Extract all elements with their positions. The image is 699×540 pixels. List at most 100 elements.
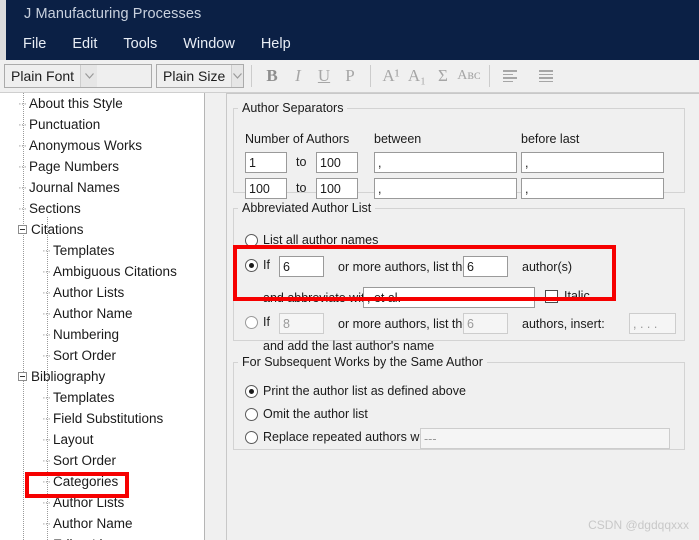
bold-button[interactable]: B bbox=[259, 63, 285, 89]
menu-bar: File Edit Tools Window Help bbox=[6, 28, 699, 60]
subscript-button[interactable]: A₁ bbox=[404, 63, 430, 89]
tree-item-about-this-style[interactable]: ··· About this Style bbox=[0, 93, 204, 114]
tree-item-field-substitutions[interactable]: ··· Field Substitutions bbox=[0, 408, 204, 429]
font-dropdown-value: Plain Font bbox=[11, 68, 75, 84]
insert-ellipsis-threshold-input[interactable] bbox=[279, 313, 324, 334]
plain-button[interactable]: P bbox=[337, 63, 363, 89]
number-of-authors-header: Number of Authors bbox=[245, 132, 350, 146]
between-separator-input-1[interactable] bbox=[374, 152, 517, 173]
tree-item-punctuation[interactable]: ··· Punctuation bbox=[0, 114, 204, 135]
omit-author-list-radio-row[interactable]: Omit the author list bbox=[245, 407, 368, 421]
menu-item-window[interactable]: Window bbox=[180, 34, 238, 54]
authors-from-input-1[interactable] bbox=[245, 152, 287, 173]
tree-item-layout[interactable]: ··· Layout bbox=[0, 429, 204, 450]
panel-splitter[interactable] bbox=[206, 93, 226, 540]
print-author-list-radio-row[interactable]: Print the author list as defined above bbox=[245, 384, 466, 398]
style-settings-tree[interactable]: ··· About this Style ··· Punctuation ··· Anon… bbox=[0, 93, 205, 540]
author-separators-legend: Author Separators bbox=[242, 101, 344, 115]
tree-item-citations[interactable]: Citations bbox=[0, 219, 204, 240]
tree-item-ambiguous-citations[interactable]: ··· Ambiguous Citations bbox=[0, 261, 204, 282]
tree-item-numbering[interactable]: ··· Numbering bbox=[0, 324, 204, 345]
tree-item-author-name[interactable]: ··· Author Name bbox=[0, 303, 204, 324]
tree-item-bibliography[interactable]: Bibliography bbox=[0, 366, 204, 387]
toolbar-divider bbox=[370, 65, 371, 87]
tree-branch-icon: ··· bbox=[42, 328, 51, 341]
abbreviate-if-suffix-label: author(s) bbox=[522, 260, 573, 274]
tree-item-author-lists[interactable]: ··· Author Lists bbox=[0, 282, 204, 303]
font-dropdown[interactable]: Plain Font bbox=[4, 64, 152, 88]
tree-item-author-name[interactable]: ··· Author Name bbox=[0, 513, 204, 534]
menu-item-edit[interactable]: Edit bbox=[69, 34, 100, 54]
abbreviate-if-radio[interactable] bbox=[245, 258, 258, 272]
application-window: J Manufacturing Processes File Edit Tool… bbox=[0, 0, 699, 540]
between-separator-input-2[interactable] bbox=[374, 178, 517, 199]
abbreviate-if-prefix-label: If bbox=[263, 258, 270, 272]
superscript-button[interactable]: A¹ bbox=[378, 63, 404, 89]
abbreviate-threshold-input[interactable] bbox=[279, 256, 324, 277]
replace-authors-input[interactable] bbox=[420, 428, 670, 449]
tree-item-page-numbers[interactable]: ··· Page Numbers bbox=[0, 156, 204, 177]
tree-item-templates[interactable]: ··· Templates bbox=[0, 240, 204, 261]
tree-item-anonymous-works[interactable]: ··· Anonymous Works bbox=[0, 135, 204, 156]
replace-authors-radio-row[interactable]: Replace repeated authors with: bbox=[245, 430, 436, 444]
tree-branch-icon: ··· bbox=[18, 181, 27, 194]
list-all-author-names-radio[interactable] bbox=[245, 233, 258, 247]
tree-item-editor-lists[interactable]: ···Editor Lists bbox=[0, 534, 204, 540]
chevron-down-icon bbox=[231, 65, 243, 87]
list-all-author-names-radio-row[interactable]: List all author names bbox=[245, 233, 378, 247]
tree-branch-icon: ··· bbox=[18, 139, 27, 152]
tree-item-sort-order[interactable]: ··· Sort Order bbox=[0, 450, 204, 471]
tree-item-journal-names[interactable]: ··· Journal Names bbox=[0, 177, 204, 198]
align-justify-icon bbox=[539, 68, 553, 84]
menu-item-tools[interactable]: Tools bbox=[120, 34, 160, 54]
toolbar-divider bbox=[251, 65, 252, 87]
size-dropdown-value: Plain Size bbox=[163, 68, 226, 84]
authors-from-input-2[interactable] bbox=[245, 178, 287, 199]
insert-ellipsis-radio-row[interactable]: If bbox=[245, 315, 270, 329]
tree-item-label: Sort Order bbox=[53, 453, 117, 468]
authors-to-input-2[interactable] bbox=[316, 178, 358, 199]
abbreviate-if-radio-row[interactable]: If bbox=[245, 258, 270, 272]
tree-branch-icon: ··· bbox=[42, 412, 51, 425]
align-left-icon bbox=[503, 68, 517, 84]
tree-item-label: Anonymous Works bbox=[29, 138, 143, 153]
abbreviate-with-input[interactable] bbox=[363, 287, 535, 308]
menu-item-help[interactable]: Help bbox=[258, 34, 294, 54]
print-author-list-radio[interactable] bbox=[245, 384, 258, 398]
italic-button[interactable]: I bbox=[285, 63, 311, 89]
add-last-author-label: and add the last author's name bbox=[263, 339, 435, 353]
insert-ellipsis-radio[interactable] bbox=[245, 315, 258, 329]
authors-to-input-1[interactable] bbox=[316, 152, 358, 173]
insert-ellipsis-prefix-label: If bbox=[263, 315, 270, 329]
tree-item-categories[interactable]: ··· Categories bbox=[0, 471, 204, 492]
before-last-separator-input-1[interactable] bbox=[521, 152, 664, 173]
before-last-separator-input-2[interactable] bbox=[521, 178, 664, 199]
insert-ellipsis-list-first-input[interactable] bbox=[463, 313, 508, 334]
tree-item-sections[interactable]: ··· Sections bbox=[0, 198, 204, 219]
smallcaps-button[interactable]: Aʙᴄ bbox=[456, 63, 482, 89]
align-left-button[interactable] bbox=[497, 63, 523, 89]
tree-expander-icon[interactable] bbox=[18, 225, 27, 234]
omit-author-list-radio[interactable] bbox=[245, 407, 258, 421]
tree-expander-icon[interactable] bbox=[18, 372, 27, 381]
align-justify-button[interactable] bbox=[533, 63, 559, 89]
menu-item-file[interactable]: File bbox=[20, 34, 49, 54]
to-label-2: to bbox=[296, 181, 307, 195]
insert-ellipsis-value-input[interactable] bbox=[629, 313, 676, 334]
symbol-button[interactable]: Σ bbox=[430, 63, 456, 89]
abbreviate-list-first-input[interactable] bbox=[463, 256, 508, 277]
tree-item-sort-order[interactable]: ··· Sort Order bbox=[0, 345, 204, 366]
tree-item-label: Page Numbers bbox=[29, 159, 120, 174]
abbreviated-author-list-legend: Abbreviated Author List bbox=[242, 201, 372, 215]
replace-authors-radio[interactable] bbox=[245, 430, 258, 444]
size-dropdown[interactable]: Plain Size bbox=[156, 64, 244, 88]
abbreviated-author-list-group: Abbreviated Author List List all author … bbox=[233, 201, 685, 353]
list-all-author-names-label: List all author names bbox=[263, 233, 379, 247]
tree-branch-icon: ··· bbox=[42, 286, 51, 299]
underline-button[interactable]: U bbox=[311, 63, 337, 89]
tree-item-templates[interactable]: ··· Templates bbox=[0, 387, 204, 408]
tree-item-author-lists[interactable]: ··· Author Lists bbox=[0, 492, 204, 513]
author-lists-settings-panel: Author Separators Number of Authors betw… bbox=[226, 93, 699, 540]
italic-checkbox[interactable] bbox=[545, 289, 558, 303]
italic-checkbox-row[interactable]: Italic bbox=[545, 289, 590, 303]
